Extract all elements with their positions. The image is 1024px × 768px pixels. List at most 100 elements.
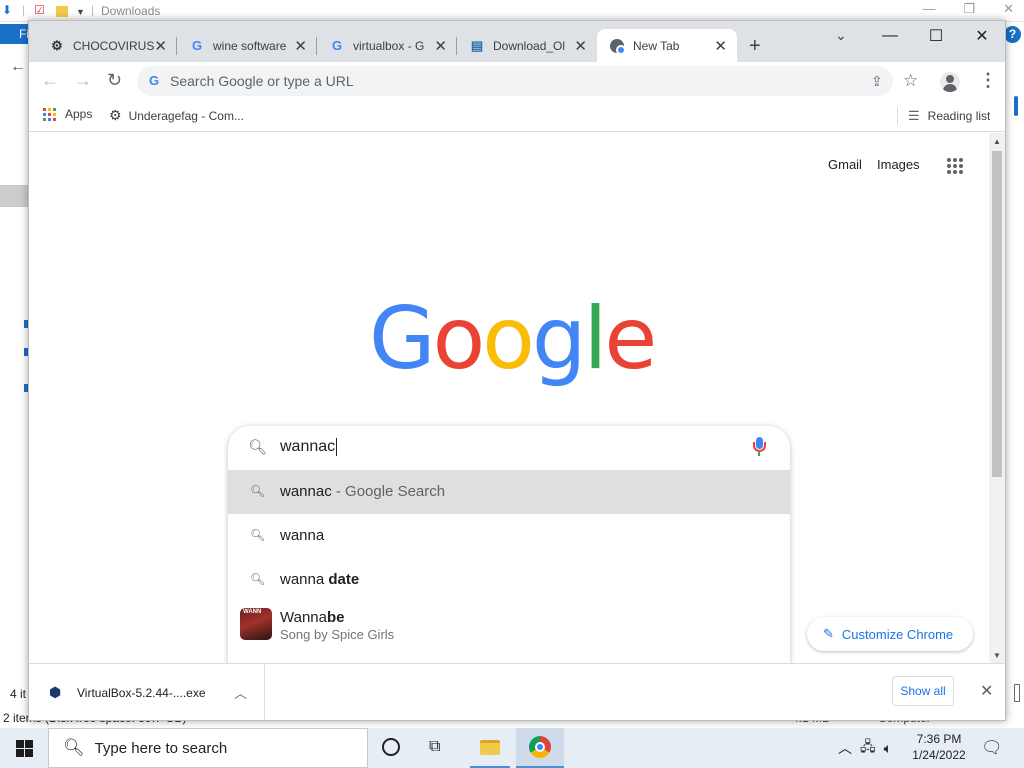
suggestion-text: wannac - Google Search: [280, 483, 446, 500]
search-icon: 🔍︎: [250, 528, 266, 542]
tab-label: wine software: [213, 38, 287, 53]
bookmark-item[interactable]: ⚙ Underagefag - Com...: [109, 107, 244, 124]
customize-label: Customize Chrome: [841, 626, 954, 642]
network-icon[interactable]: 🖧: [860, 736, 876, 760]
scroll-up-icon[interactable]: ▲: [993, 137, 1001, 146]
download-item[interactable]: ⬢ VirtualBox-5.2.44-....exe ︿: [29, 664, 265, 720]
google-apps-icon[interactable]: [947, 158, 963, 174]
cortana-icon[interactable]: [382, 738, 400, 756]
images-link[interactable]: Images: [877, 157, 920, 172]
explorer-titlebar: ⬇ | ☑ ▼ | Downloads — ❐ ✕: [0, 0, 1024, 22]
tab-search-chevron-icon[interactable]: ⌄: [835, 27, 847, 44]
tab-close-icon[interactable]: ✕: [434, 37, 447, 55]
new-tab-plus-icon[interactable]: +: [749, 35, 761, 58]
gmail-link[interactable]: Gmail: [828, 157, 862, 172]
scroll-thumb[interactable]: [992, 151, 1002, 477]
download-filename: VirtualBox-5.2.44-....exe: [77, 686, 206, 700]
clock-date: 1/24/2022: [912, 748, 966, 762]
minimize-icon[interactable]: —: [922, 1, 935, 17]
tab-label: virtualbox - G: [353, 38, 425, 53]
google-favicon-icon: G: [191, 38, 203, 53]
tab-close-icon[interactable]: ✕: [574, 37, 587, 55]
omnibox[interactable]: G Search Google or type a URL: [137, 66, 893, 96]
show-all-button[interactable]: Show all: [892, 676, 954, 706]
profile-avatar-icon[interactable]: [940, 72, 960, 92]
tab-download-old[interactable]: ▤ Download_Ol ✕: [457, 29, 597, 62]
system-clock[interactable]: 7:36 PM 1/24/2022: [904, 731, 974, 763]
rich-suggestion-item[interactable]: WANN Wannabe Song by Spice Girls: [228, 602, 790, 650]
minimize-button[interactable]: —: [867, 21, 913, 51]
start-button[interactable]: [0, 728, 48, 768]
tab-new-tab[interactable]: New Tab ✕: [597, 29, 737, 62]
tab-label: New Tab: [633, 38, 680, 53]
reading-list-label: Reading list: [927, 109, 991, 123]
apps-bookmark[interactable]: Apps: [43, 107, 92, 121]
bookmark-star-icon[interactable]: ☆: [903, 71, 918, 91]
omnibox-placeholder: Search Google or type a URL: [170, 73, 354, 89]
kebab-menu-icon[interactable]: ⋮: [979, 70, 997, 91]
close-icon[interactable]: ✕: [1003, 1, 1014, 17]
folder-icon[interactable]: [56, 6, 68, 17]
scroll-down-icon[interactable]: ▼: [993, 651, 1001, 660]
chrome-window-controls: — ☐ ✕: [867, 21, 1005, 51]
virtualbox-file-icon: ⬢: [49, 684, 62, 700]
chrome-taskbar-button[interactable]: [516, 728, 564, 768]
apps-label: Apps: [65, 107, 93, 121]
chrome-toolbar: ← → ↻ G Search Google or type a URL ⇪ ☆ …: [29, 62, 1005, 100]
bookmark-favicon-icon: ⚙: [109, 107, 122, 123]
back-arrow-icon[interactable]: ←: [10, 58, 26, 76]
chevron-up-icon[interactable]: ︿: [234, 683, 247, 702]
suggestion-item[interactable]: 🔍︎ wannac - Google Search: [228, 470, 790, 514]
search-input[interactable]: wannac: [280, 438, 338, 456]
customize-chrome-button[interactable]: ✎ Customize Chrome: [807, 617, 973, 651]
back-arrow-icon[interactable]: ←: [41, 70, 59, 91]
tab-wine-software[interactable]: G wine software ✕: [177, 29, 317, 62]
song-thumbnail: WANN: [240, 608, 272, 640]
virus-favicon-icon: ⚙: [51, 37, 63, 53]
reload-icon[interactable]: ↻: [107, 70, 122, 91]
system-tray: ︿ 🖧 🔈︎: [838, 728, 892, 768]
share-icon[interactable]: ⇪: [871, 73, 883, 90]
tab-virtualbox[interactable]: G virtualbox - G ✕: [317, 29, 457, 62]
tab-chocovirus[interactable]: ⚙ CHOCOVIRUS ✕: [37, 29, 177, 62]
volume-icon[interactable]: 🔈︎: [884, 740, 892, 757]
search-input-row[interactable]: 🔍︎ wannac: [228, 426, 790, 470]
suggestion-item[interactable]: 🔍︎ wanna: [228, 514, 790, 558]
page-scrollbar[interactable]: ▲ ▼: [989, 133, 1005, 663]
taskbar-search-box[interactable]: 🔍︎ Type here to search: [48, 728, 368, 768]
selected-nav-item[interactable]: [0, 185, 28, 207]
rich-suggestion-title: Wannabe: [280, 609, 345, 626]
tab-close-icon[interactable]: ✕: [294, 37, 307, 55]
status-count: 4 it: [10, 687, 27, 701]
close-button[interactable]: ✕: [959, 21, 1005, 51]
tab-strip: ⚙ CHOCOVIRUS ✕ G wine software ✕ G virtu…: [29, 21, 1005, 62]
divider: |: [22, 3, 26, 17]
maximize-button[interactable]: ☐: [913, 21, 959, 51]
bookmark-label: Underagefag - Com...: [128, 108, 244, 123]
help-icon[interactable]: ?: [1004, 26, 1021, 43]
bookmarks-bar: Apps ⚙ Underagefag - Com... ☰ Reading li…: [29, 100, 1005, 132]
chevron-up-icon[interactable]: ︿: [838, 738, 852, 758]
rich-suggestion-subtitle: Song by Spice Girls: [280, 627, 395, 642]
reading-list-button[interactable]: ☰ Reading list: [897, 107, 990, 125]
notification-icon[interactable]: 🗨︎: [981, 738, 1003, 758]
forward-arrow-icon[interactable]: →: [74, 70, 92, 91]
quick-access-dropdown-icon[interactable]: ▼: [76, 7, 85, 17]
file-explorer-taskbar-button[interactable]: [470, 728, 510, 768]
tab-close-icon[interactable]: ✕: [714, 37, 727, 55]
apps-grid-icon: [43, 107, 56, 121]
download-arrow-icon[interactable]: ⬇: [2, 3, 12, 17]
task-view-icon[interactable]: ⧉: [429, 738, 440, 756]
close-icon[interactable]: ✕: [980, 681, 993, 701]
maximize-icon[interactable]: ❐: [963, 1, 975, 17]
view-toggle-icon[interactable]: [1014, 684, 1020, 702]
search-icon: 🔍︎: [248, 439, 268, 456]
file-menu-tab[interactable]: Fi: [0, 24, 30, 44]
properties-icon[interactable]: ☑: [34, 3, 45, 17]
tab-close-icon[interactable]: ✕: [154, 37, 167, 55]
microphone-icon[interactable]: [752, 437, 766, 459]
taskbar: 🔍︎ Type here to search ⧉ ︿ 🖧 🔈︎ 7:36 PM …: [0, 728, 1024, 768]
suggestion-item[interactable]: 🔍︎ wanna date: [228, 558, 790, 602]
suggestion-text: wanna: [280, 527, 325, 544]
download-favicon-icon: ▤: [470, 37, 484, 53]
